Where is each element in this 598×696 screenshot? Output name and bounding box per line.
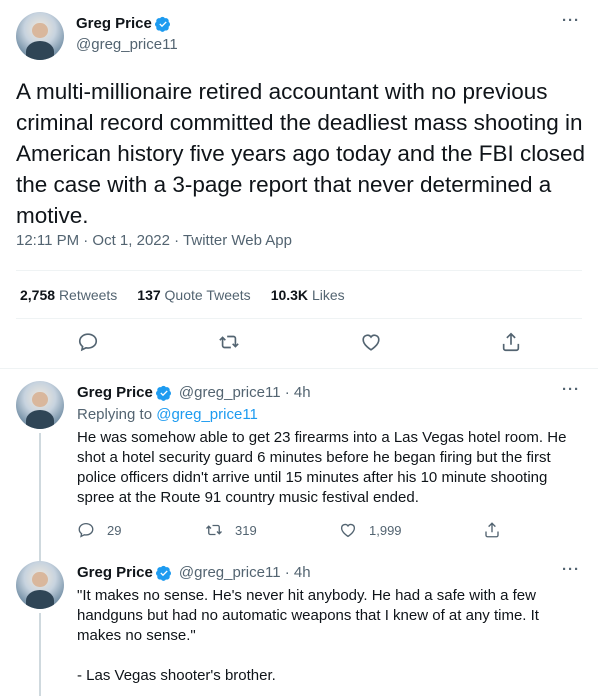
reply-text: He was somehow able to get 23 firearms i… (77, 429, 571, 506)
thread-line (39, 433, 41, 545)
more-options-icon[interactable]: ··· (562, 381, 580, 398)
likes-stat[interactable]: 10.3K Likes (271, 287, 345, 303)
retweets-stat[interactable]: 2,758 Retweets (20, 287, 117, 303)
author-name-row: Greg Price (76, 15, 171, 32)
heart-icon (362, 334, 380, 351)
verified-badge-icon (155, 385, 171, 401)
like-count: 1,999 (369, 522, 402, 538)
reply-button[interactable] (77, 331, 99, 353)
share-icon (485, 522, 499, 538)
divider (16, 270, 582, 271)
heart-icon (340, 523, 356, 538)
retweet-icon (219, 335, 239, 349)
display-name[interactable]: Greg Price (77, 564, 153, 581)
author-name-row: Greg Price @greg_price11 · 4h (77, 384, 311, 401)
display-name[interactable]: Greg Price (76, 15, 152, 32)
like-button[interactable] (360, 331, 382, 353)
handle-timestamp[interactable]: @greg_price11 · 4h (179, 384, 311, 401)
verified-badge-icon (155, 565, 171, 581)
share-button[interactable] (500, 331, 522, 353)
reply-tweet[interactable]: Greg Price @greg_price11 · 4h ··· "It ma… (0, 545, 598, 696)
author-name-row: Greg Price @greg_price11 · 4h (77, 564, 311, 581)
retweet-icon (206, 524, 222, 536)
likes-count: 10.3K (270, 287, 309, 303)
avatar[interactable] (16, 561, 64, 609)
reply-button[interactable]: 29 (77, 521, 121, 539)
retweets-label: Retweets (58, 287, 118, 303)
more-options-icon[interactable]: ··· (562, 561, 580, 578)
reply-icon (78, 522, 94, 538)
avatar[interactable] (16, 381, 64, 429)
share-icon (502, 332, 520, 352)
replying-to: Replying to @greg_price11 (77, 406, 258, 423)
tweet-action-bar (0, 331, 598, 359)
retweet-button[interactable] (218, 331, 240, 353)
reply-count: 29 (107, 522, 122, 538)
quote-tweets-count: 137 (137, 287, 161, 303)
reply-tweet[interactable]: Greg Price @greg_price11 · 4h ··· Replyi… (0, 369, 598, 545)
replying-to-link[interactable]: @greg_price11 (156, 406, 258, 423)
share-button[interactable] (483, 521, 501, 539)
tweet-text: A multi-millionaire retired accountant w… (16, 79, 586, 228)
more-options-icon[interactable]: ··· (562, 12, 580, 29)
display-name[interactable]: Greg Price (77, 384, 153, 401)
divider (16, 318, 582, 319)
reply-text: "It makes no sense. He's never hit anybo… (77, 587, 539, 684)
quote-tweets-label: Quote Tweets (164, 287, 251, 303)
like-button[interactable]: 1,999 (339, 521, 402, 539)
main-tweet: Greg Price @greg_price11 ··· A multi-mil… (0, 0, 598, 369)
retweet-button[interactable]: 319 (205, 521, 257, 539)
thread-line (39, 545, 41, 561)
likes-label: Likes (311, 287, 345, 303)
avatar[interactable] (16, 12, 64, 60)
tweet-timestamp[interactable]: 12:11 PM · Oct 1, 2022 · Twitter Web App (16, 232, 292, 249)
handle-timestamp[interactable]: @greg_price11 · 4h (179, 564, 311, 581)
tweet-stats: 2,758 Retweets 137 Quote Tweets 10.3K Li… (20, 287, 345, 303)
retweets-count: 2,758 (20, 287, 56, 303)
thread-line (39, 613, 41, 696)
replying-to-label: Replying to (77, 406, 153, 423)
verified-badge-icon (154, 16, 170, 32)
reply-icon (78, 333, 98, 352)
handle[interactable]: @greg_price11 (76, 36, 178, 53)
quote-tweets-stat[interactable]: 137 Quote Tweets (137, 287, 250, 303)
retweet-count: 319 (235, 522, 257, 538)
